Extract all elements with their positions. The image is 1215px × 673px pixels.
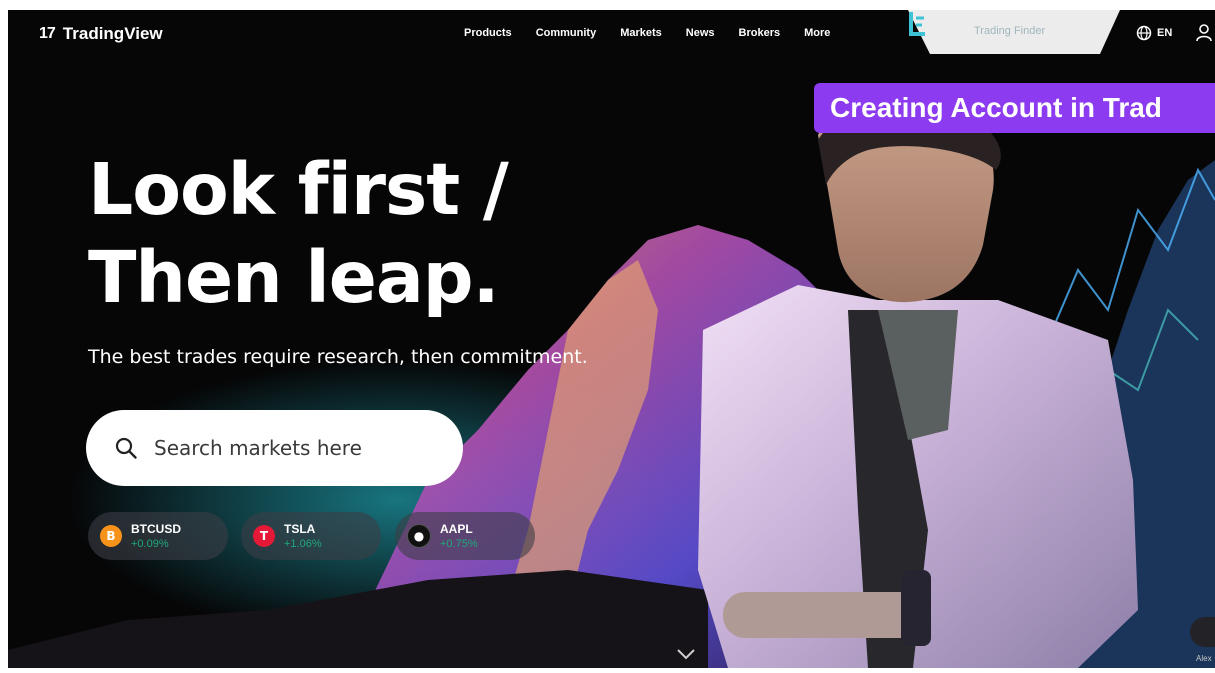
search-icon [114, 436, 138, 460]
nav-more[interactable]: More [804, 27, 830, 39]
hero-subtitle: The best trades require research, then c… [88, 346, 588, 368]
ticker-change: +0.09% [131, 538, 169, 550]
chevron-down-icon[interactable] [676, 648, 696, 660]
bitcoin-icon: B [100, 525, 122, 547]
hero-section: 17 TradingView Products Community Market… [8, 10, 1215, 668]
banner-text: Creating Account in Trad [830, 92, 1162, 123]
trading-finder-watermark: Trading Finder [908, 10, 1120, 54]
search-bar[interactable] [86, 410, 463, 486]
nav-brokers[interactable]: Brokers [739, 27, 781, 39]
tradingview-logo[interactable]: 17 TradingView [39, 24, 163, 44]
trading-finder-label: Trading Finder [974, 25, 1046, 37]
brand-name: TradingView [62, 24, 163, 43]
nav-products[interactable]: Products [464, 27, 512, 39]
video-title-banner: Creating Account in Trad [814, 83, 1215, 133]
nav-community[interactable]: Community [536, 27, 597, 39]
side-panel-handle[interactable] [1190, 617, 1215, 647]
nav-news[interactable]: News [686, 27, 715, 39]
trading-finder-logo-icon [909, 12, 925, 36]
hero-headline: Look first / Then leap. [88, 146, 509, 322]
main-nav: Products Community Markets News Brokers … [464, 27, 854, 39]
tesla-icon: T [253, 525, 275, 547]
tradingview-logo-icon: 17 [39, 25, 56, 42]
language-selector[interactable]: EN [1136, 25, 1172, 41]
search-input[interactable] [152, 435, 436, 461]
apple-icon: ● [407, 524, 431, 548]
ticker-tsla[interactable]: T TSLA +1.06% [241, 512, 381, 560]
side-label: Alex [1196, 654, 1212, 663]
ticker-symbol: TSLA [284, 522, 316, 536]
ticker-btcusd[interactable]: B BTCUSD +0.09% [88, 512, 228, 560]
headline-line-1: Look first / [88, 148, 509, 231]
ticker-aapl[interactable]: ● AAPL +0.75% [395, 512, 535, 560]
globe-icon [1136, 25, 1152, 41]
ticker-symbol: AAPL [440, 522, 473, 536]
ticker-symbol: BTCUSD [131, 522, 181, 536]
ticker-change: +0.75% [440, 538, 478, 550]
ticker-change: +1.06% [284, 538, 322, 550]
nav-markets[interactable]: Markets [620, 27, 662, 39]
user-icon[interactable] [1196, 24, 1212, 42]
language-label: EN [1157, 27, 1173, 39]
headline-line-2: Then leap. [88, 236, 500, 319]
